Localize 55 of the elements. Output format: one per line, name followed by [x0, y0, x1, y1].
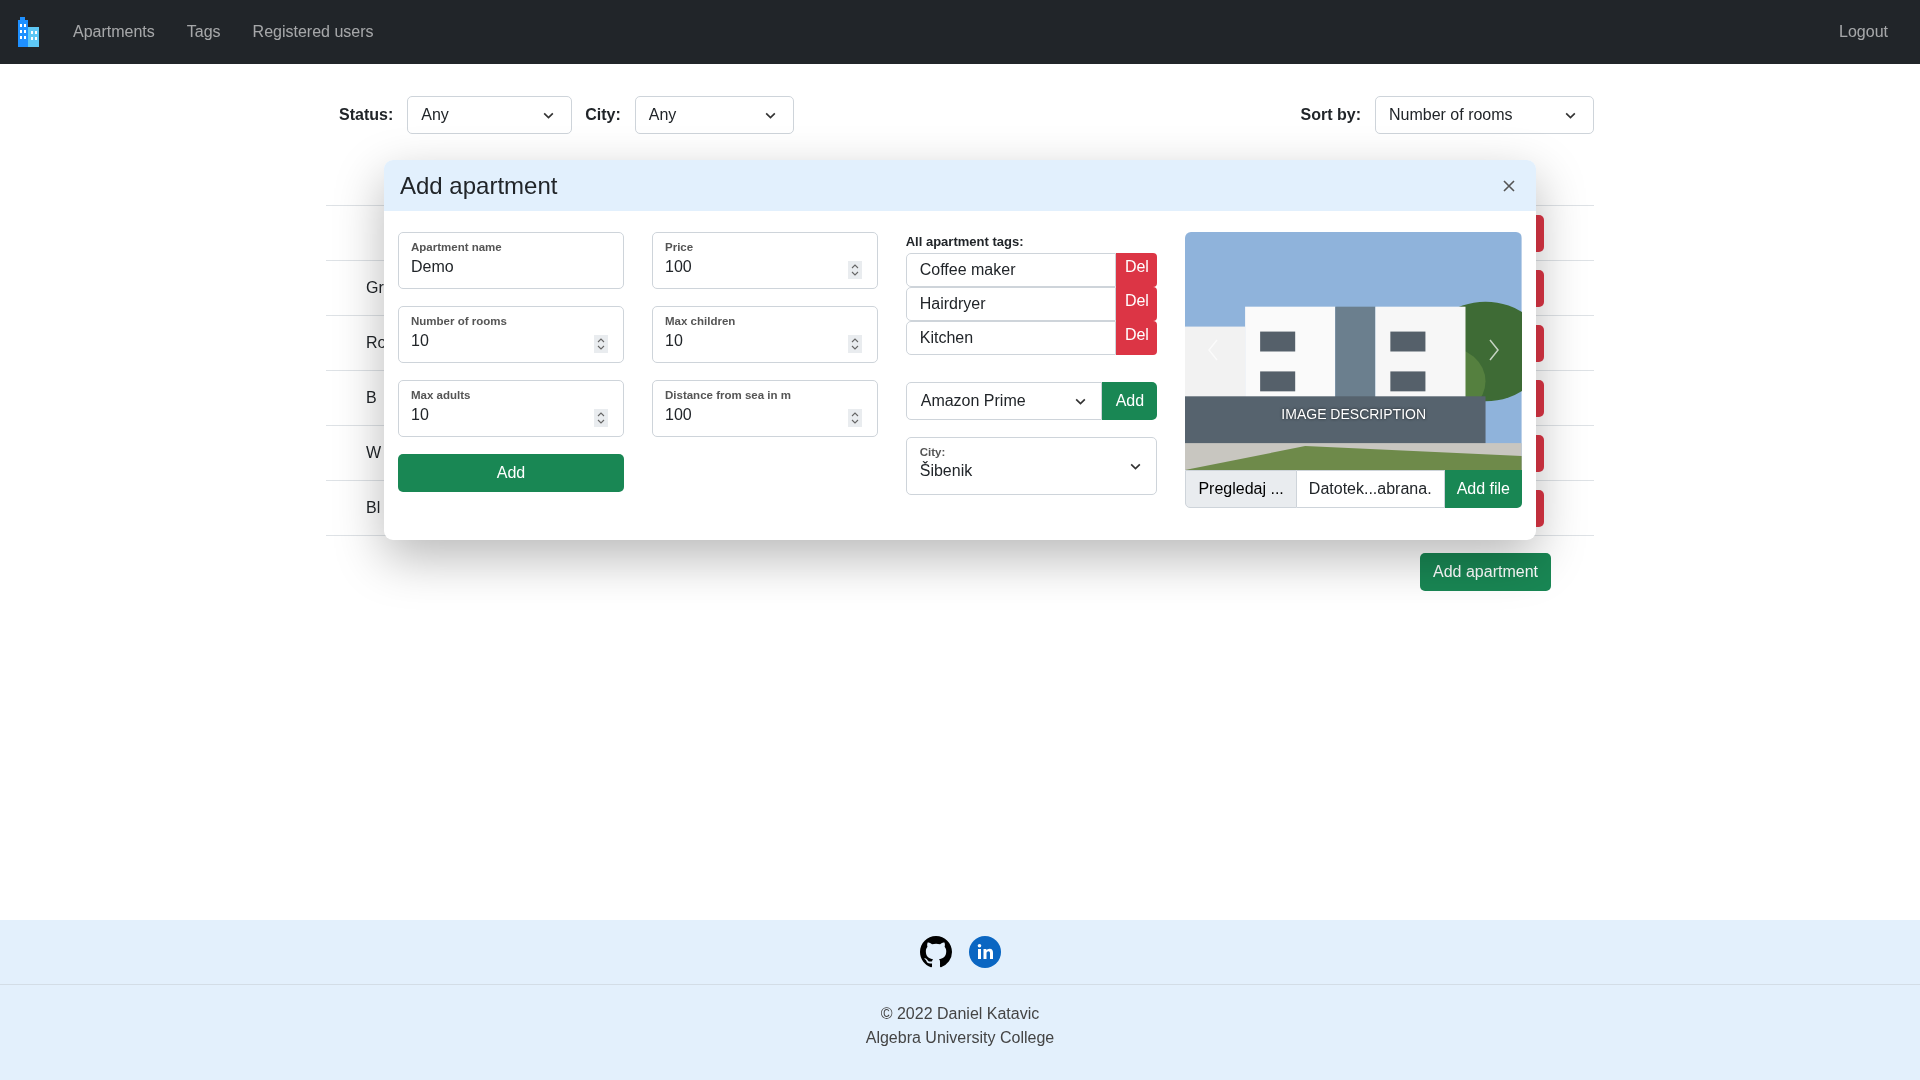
filter-label: Status:: [339, 106, 394, 124]
apartment-name: Bl: [365, 499, 381, 517]
filter-select[interactable]: Any: [634, 96, 794, 134]
field-label: Apartment name: [411, 241, 503, 253]
input-field[interactable]: Max adults 10: [398, 380, 624, 437]
tags-heading: All apartment tags:: [905, 234, 1025, 249]
add-button[interactable]: Add: [398, 454, 624, 492]
spinner-icon[interactable]: [847, 335, 862, 353]
input-field[interactable]: Distance from sea in m 100: [652, 380, 878, 437]
field-label: Max children: [665, 315, 737, 327]
spinner-icon[interactable]: [594, 335, 608, 353]
apartment-name: B: [365, 389, 377, 407]
chevron-right-icon[interactable]: [1488, 338, 1500, 362]
add-apartment-button[interactable]: Add apartment: [1420, 553, 1551, 591]
tag-item: Hairdryer: [905, 287, 1117, 321]
spinner-icon[interactable]: [594, 409, 608, 427]
logout-link[interactable]: Logout: [1839, 23, 1888, 41]
close-icon[interactable]: [1501, 177, 1517, 194]
building-icon[interactable]: [15, 17, 41, 47]
image-caption: IMAGE DESCRIPTION: [1280, 406, 1428, 422]
college-name: Algebra University College: [865, 1029, 1055, 1047]
spinner-icon[interactable]: [847, 409, 862, 427]
input-field[interactable]: Number of rooms 10: [398, 306, 624, 363]
nav-link[interactable]: Apartments: [73, 23, 155, 41]
nav-link[interactable]: Registered users: [252, 23, 374, 41]
filter-label: City:: [585, 106, 621, 124]
file-name-field[interactable]: Datotek...abrana.: [1296, 470, 1445, 508]
sort-select[interactable]: Number of rooms: [1375, 96, 1594, 134]
tag-item: Coffee maker: [905, 253, 1117, 287]
nav-link[interactable]: Tags: [186, 23, 221, 41]
apartment-name: W: [365, 444, 382, 462]
tag-item: Kitchen: [905, 321, 1117, 355]
field-label: Max adults: [411, 389, 472, 401]
linkedin-icon[interactable]: [968, 936, 1001, 968]
field-label: Number of rooms: [411, 315, 508, 327]
input-field[interactable]: Apartment name Demo: [398, 232, 624, 289]
field-label: Distance from sea in m: [665, 389, 792, 401]
delete-button[interactable]: Del: [1116, 253, 1158, 287]
copyright-text: © 2022 Daniel Katavic: [880, 1005, 1040, 1023]
github-icon[interactable]: [919, 936, 952, 968]
input-field[interactable]: Price 100: [652, 232, 878, 289]
input-field[interactable]: Max children 10: [652, 306, 878, 363]
field-label: Price: [665, 241, 695, 253]
add-tag-button[interactable]: Add: [1102, 382, 1158, 420]
sort-label: Sort by:: [1300, 106, 1361, 124]
apartment-name: Gr: [365, 279, 384, 297]
city-select[interactable]: City: Šibenik: [905, 437, 1158, 495]
add-file-button[interactable]: Add file: [1444, 470, 1522, 508]
filter-select[interactable]: Any: [407, 96, 573, 134]
tag-select[interactable]: Amazon Prime: [905, 382, 1103, 420]
spinner-icon[interactable]: [847, 261, 862, 279]
dialog-title: Add apartment: [400, 171, 558, 200]
delete-button[interactable]: Del: [1116, 287, 1158, 321]
browse-button[interactable]: Pregledaj ...: [1185, 470, 1297, 508]
delete-button[interactable]: Del: [1116, 321, 1158, 355]
